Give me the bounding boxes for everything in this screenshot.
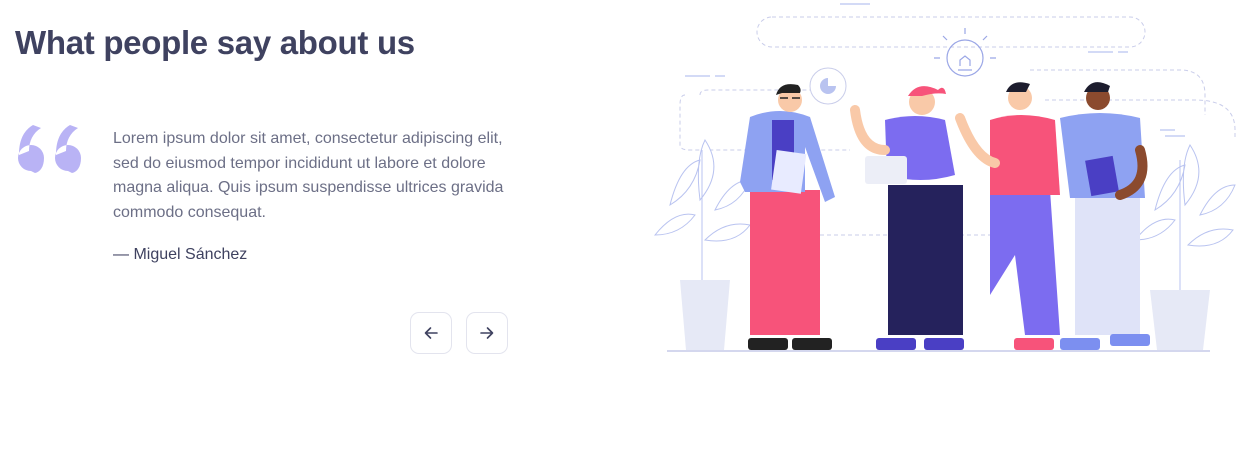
quote-icon	[18, 125, 81, 173]
plant-right	[1133, 144, 1236, 350]
next-button[interactable]	[466, 312, 508, 354]
team-illustration	[653, 3, 1236, 352]
testimonial-quote: Lorem ipsum dolor sit amet, consectetur …	[113, 130, 504, 221]
chart-bubble-icon	[809, 67, 847, 105]
arrow-left-icon	[424, 327, 438, 339]
plant-left	[653, 139, 751, 350]
person-1	[740, 84, 835, 350]
lightbulb-icon	[934, 28, 996, 77]
person-2	[850, 86, 964, 350]
arrow-right-icon	[480, 327, 494, 339]
section-title: What people say about us	[15, 24, 415, 61]
previous-button[interactable]	[410, 312, 452, 354]
testimonial-author: — Miguel Sánchez	[113, 246, 248, 263]
person-4	[1060, 82, 1150, 350]
person-3	[955, 82, 1060, 350]
